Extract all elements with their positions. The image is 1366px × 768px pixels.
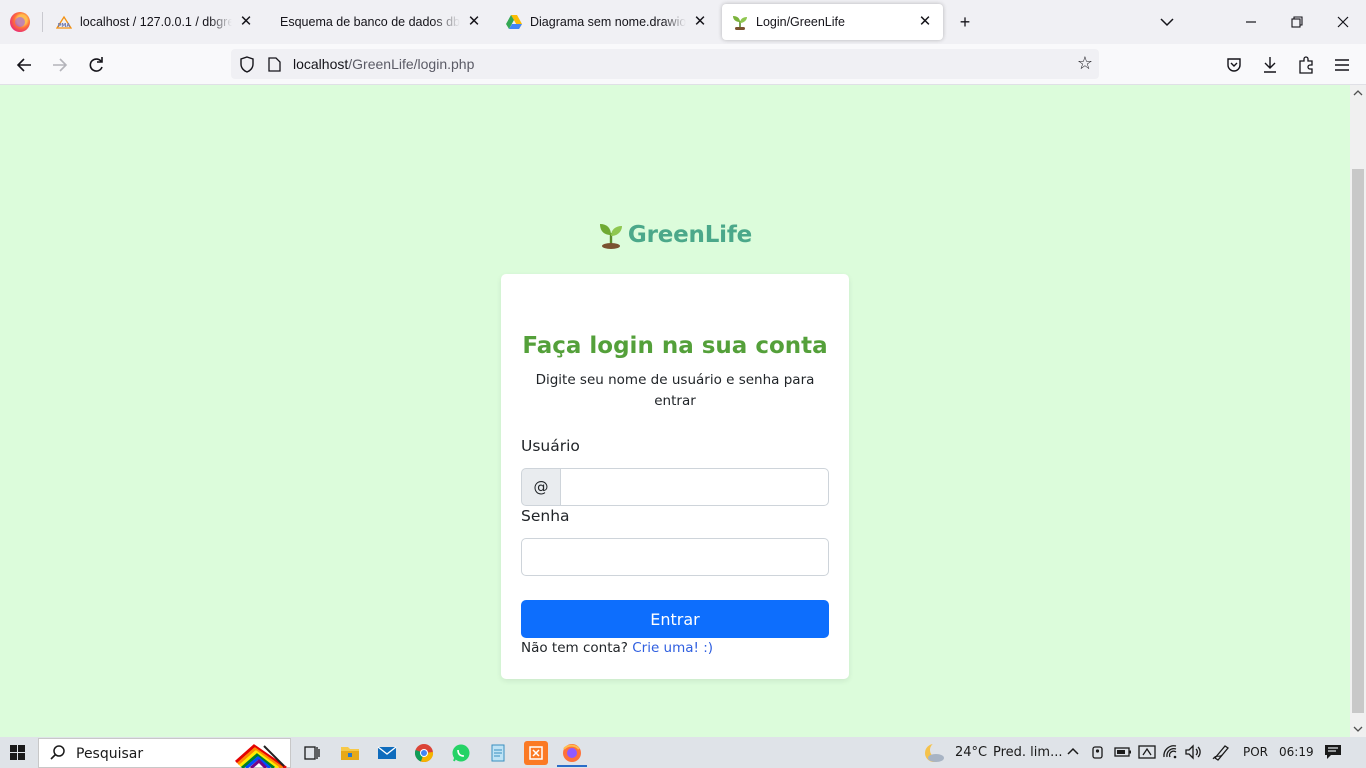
sprout-icon: [732, 14, 748, 30]
url-text[interactable]: localhost/GreenLife/login.php: [293, 56, 474, 72]
weather-description[interactable]: Pred. lim...: [993, 745, 1062, 760]
password-input[interactable]: [521, 538, 829, 576]
file-explorer-icon[interactable]: [338, 741, 362, 765]
scrollbar-thumb[interactable]: [1352, 169, 1364, 713]
svg-text:PMA: PMA: [58, 23, 71, 29]
tab-drawio[interactable]: Diagrama sem nome.drawio - Google Drive …: [496, 4, 718, 40]
brand-name: GreenLife: [627, 222, 753, 248]
pocket-icon[interactable]: [1223, 54, 1245, 76]
login-title: Faça login na sua conta: [522, 333, 828, 359]
notifications-icon[interactable]: [1324, 743, 1342, 765]
volume-icon[interactable]: [1184, 743, 1202, 765]
battery-icon[interactable]: [1114, 743, 1132, 765]
whatsapp-icon[interactable]: [449, 741, 473, 765]
wifi-icon[interactable]: [1162, 743, 1180, 765]
close-window-icon[interactable]: [1331, 10, 1355, 34]
navigation-toolbar: localhost/GreenLife/login.php ☆: [0, 44, 1366, 85]
tab-label: Diagrama sem nome.drawio - Google Drive: [530, 15, 686, 29]
scroll-down-arrow-icon[interactable]: [1350, 721, 1366, 737]
active-app-indicator: [557, 765, 587, 767]
url-path: /GreenLife/login.php: [348, 56, 475, 72]
username-label: Usuário: [521, 437, 580, 455]
signup-prompt: Não tem conta? Crie uma! :): [521, 640, 713, 656]
login-submit-button[interactable]: Entrar: [521, 600, 829, 638]
network-icon[interactable]: [1138, 743, 1156, 765]
list-all-tabs-chevron-icon[interactable]: [1155, 10, 1179, 34]
firefox-view-icon[interactable]: [10, 12, 30, 32]
password-label: Senha: [521, 507, 570, 525]
close-icon[interactable]: ✕: [466, 14, 482, 30]
search-icon: [50, 744, 66, 766]
taskbar-search-box[interactable]: Pesquisar: [38, 738, 291, 768]
tab-label: localhost / 127.0.0.1 / dbgreenlife: [80, 15, 232, 29]
weather-moon-icon[interactable]: [923, 742, 946, 768]
signup-link[interactable]: Crie uma! :): [632, 640, 713, 656]
tracking-protection-shield-icon[interactable]: [239, 56, 255, 76]
xampp-icon[interactable]: [524, 741, 548, 765]
page-info-icon[interactable]: [268, 57, 281, 75]
close-icon[interactable]: ✕: [692, 14, 708, 30]
username-input-group: @: [521, 468, 829, 506]
search-placeholder: Pesquisar: [76, 746, 144, 762]
forward-arrow-icon[interactable]: [47, 52, 73, 78]
address-bar[interactable]: localhost/GreenLife/login.php ☆: [231, 49, 1099, 79]
hamburger-menu-icon[interactable]: [1331, 54, 1353, 76]
meet-now-icon[interactable]: [1090, 743, 1106, 765]
extensions-puzzle-icon[interactable]: [1295, 54, 1317, 76]
tab-phpmyadmin[interactable]: PMA localhost / 127.0.0.1 / dbgreenlife …: [46, 4, 264, 40]
login-card: Faça login na sua conta Digite seu nome …: [501, 274, 849, 679]
notepad-icon[interactable]: [486, 741, 510, 765]
page-viewport: GreenLife Faça login na sua conta Digite…: [0, 85, 1350, 737]
pen-workspace-icon[interactable]: [1212, 743, 1232, 765]
new-tab-plus-icon[interactable]: +: [953, 10, 977, 34]
username-input[interactable]: [560, 468, 829, 506]
google-drive-icon: [506, 14, 522, 30]
tab-separator: [42, 12, 43, 32]
downloads-icon[interactable]: [1259, 54, 1281, 76]
show-hidden-icons-chevron-icon[interactable]: [1066, 743, 1080, 765]
language-indicator[interactable]: POR: [1243, 745, 1268, 759]
scroll-up-arrow-icon[interactable]: [1350, 85, 1366, 101]
sprout-logo-icon: [598, 221, 624, 249]
tab-login-greenlife[interactable]: Login/GreenLife ✕: [722, 4, 943, 40]
clock-time[interactable]: 06:19: [1279, 745, 1314, 759]
tab-label: Login/GreenLife: [756, 15, 845, 29]
at-sign-addon: @: [521, 468, 560, 506]
url-host: localhost: [293, 56, 349, 72]
search-highlight-pride-icon: [234, 742, 288, 768]
login-subtitle: Digite seu nome de usuário e senha para …: [535, 372, 815, 409]
restore-icon[interactable]: [1285, 10, 1309, 34]
brand-header: GreenLife: [0, 221, 1350, 249]
tab-strip: PMA localhost / 127.0.0.1 / dbgreenlife …: [0, 0, 1366, 44]
windows-start-icon[interactable]: [10, 745, 25, 760]
close-icon[interactable]: ✕: [917, 14, 933, 30]
signup-prompt-text: Não tem conta?: [521, 640, 628, 656]
task-view-icon[interactable]: [300, 741, 324, 765]
chrome-icon[interactable]: [412, 741, 436, 765]
minimize-icon[interactable]: [1239, 10, 1263, 34]
back-arrow-icon[interactable]: [11, 52, 37, 78]
bookmark-star-icon[interactable]: ☆: [1077, 53, 1093, 74]
tab-schema[interactable]: Esquema de banco de dados dbgreenlife ✕: [270, 4, 492, 40]
mail-icon[interactable]: [375, 741, 399, 765]
close-icon[interactable]: ✕: [238, 14, 254, 30]
weather-temperature[interactable]: 24°C: [955, 745, 987, 760]
reload-icon[interactable]: [83, 52, 109, 78]
firefox-icon[interactable]: [560, 741, 584, 765]
page-scrollbar[interactable]: [1350, 85, 1366, 737]
windows-taskbar: Pesquisar 24°C Pred. lim... POR 06:19: [0, 737, 1366, 768]
phpmyadmin-icon: PMA: [56, 14, 72, 30]
tab-label: Esquema de banco de dados dbgreenlife: [280, 15, 460, 29]
